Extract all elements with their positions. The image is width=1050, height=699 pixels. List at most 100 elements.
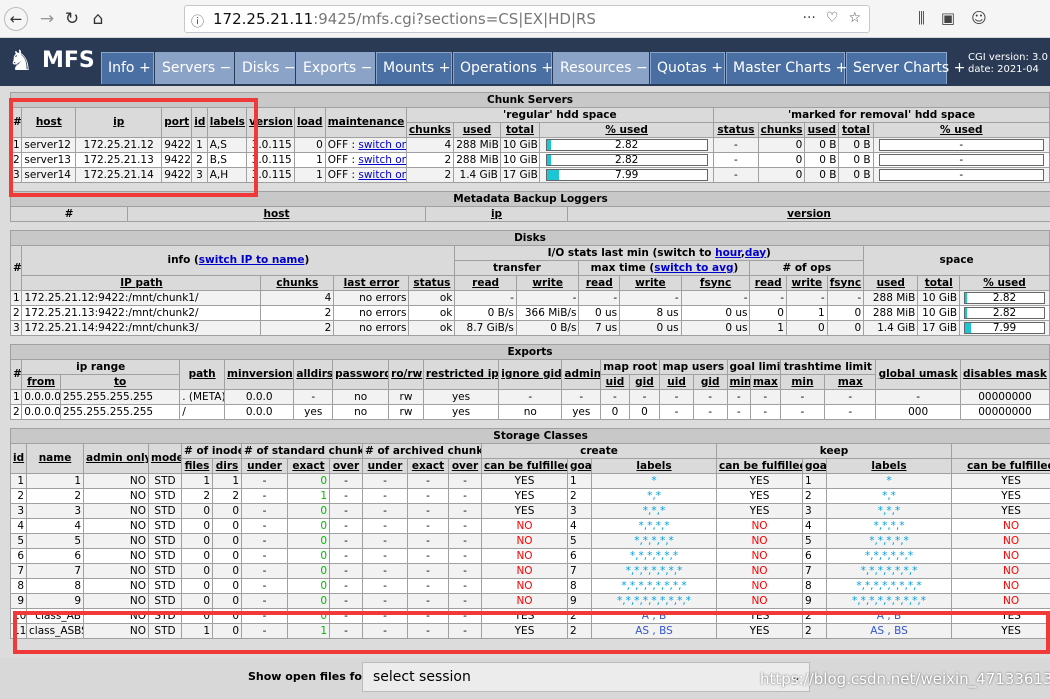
sc-mode: STD bbox=[148, 563, 182, 579]
export-cell: . (META) bbox=[179, 389, 226, 405]
more-icon[interactable]: ··· bbox=[803, 10, 816, 26]
tab-resources[interactable]: Resources − bbox=[553, 52, 649, 84]
sc-cf: NO bbox=[481, 563, 568, 579]
export-cell: no bbox=[498, 404, 563, 420]
export-cell: - bbox=[600, 389, 630, 405]
url-bar[interactable]: ⓘ 172.25.21.11:9425/mfs.cgi?sections=CS|… bbox=[184, 5, 870, 33]
sc-cg: 4 bbox=[567, 518, 592, 534]
percent-value: 2.82 bbox=[992, 292, 1017, 304]
sc-so: - bbox=[329, 563, 363, 579]
sc-dirs: 0 bbox=[212, 548, 242, 564]
disk-or: - bbox=[749, 290, 787, 306]
tab-master-charts[interactable]: Master Charts + bbox=[726, 52, 847, 84]
table-row: 1 172.25.21.12:9422:/mnt/chunk1/4 no error… bbox=[9, 290, 1050, 306]
home-icon[interactable]: ⌂ bbox=[86, 7, 110, 31]
sc-kg: 1 bbox=[802, 473, 827, 489]
sidebar-icon[interactable]: ▣ bbox=[941, 9, 955, 27]
sc-kg: 8 bbox=[802, 578, 827, 594]
cs-mstatus: - bbox=[713, 152, 759, 168]
tab-server-charts[interactable]: Server Charts + bbox=[846, 52, 965, 84]
disk-mw: 8 us bbox=[619, 305, 682, 321]
export-cell: no bbox=[332, 389, 390, 405]
sc-cf: NO bbox=[481, 593, 568, 609]
cs-mused: 0 B bbox=[804, 137, 840, 153]
sc-id: 5 bbox=[10, 533, 27, 549]
hour-link[interactable]: hour bbox=[715, 247, 741, 259]
account-icon[interactable]: ☺ bbox=[971, 9, 987, 27]
col-maintenance[interactable]: maintenance bbox=[324, 107, 407, 138]
disk-used: 288 MiB bbox=[863, 305, 919, 321]
export-cell: 000 bbox=[875, 404, 961, 420]
disk-mf: - bbox=[680, 290, 751, 306]
export-cell: 00000000 bbox=[959, 404, 1050, 420]
export-cell: yes bbox=[561, 404, 602, 420]
tab-servers[interactable]: Servers − bbox=[155, 52, 234, 84]
day-link[interactable]: day bbox=[745, 247, 766, 259]
url-text[interactable]: 172.25.21.11:9425/mfs.cgi?sections=CS|EX… bbox=[213, 10, 596, 28]
sc-files: 0 bbox=[181, 548, 213, 564]
switch-on-link[interactable]: switch on bbox=[358, 154, 405, 166]
highlight-box-servers bbox=[9, 98, 258, 197]
reload-icon[interactable]: ↻ bbox=[60, 7, 84, 31]
star-icon[interactable]: ☆ bbox=[848, 10, 861, 26]
sc-cg: 2 bbox=[567, 488, 592, 504]
tab-operations[interactable]: Operations + bbox=[453, 52, 553, 84]
switch-on-link[interactable]: switch on bbox=[358, 139, 405, 151]
export-cell: - bbox=[659, 389, 694, 405]
tab-info[interactable]: Info + bbox=[101, 52, 154, 84]
table-row: 2 172.25.21.13:9422:/mnt/chunk2/2 no error… bbox=[9, 305, 1050, 321]
sc-af: YES bbox=[950, 503, 1050, 519]
back-icon[interactable]: ← bbox=[4, 7, 28, 31]
sc-id: 9 bbox=[10, 593, 27, 609]
disk-mf: 0 us bbox=[680, 320, 751, 336]
sc-af: YES bbox=[950, 488, 1050, 504]
disk-chunks: 2 bbox=[260, 320, 335, 336]
switch-ip-link[interactable]: switch IP to name bbox=[199, 254, 305, 266]
export-cell: - bbox=[726, 404, 751, 420]
sc-so: - bbox=[329, 593, 363, 609]
col-load[interactable]: load bbox=[293, 107, 326, 138]
sc-au: - bbox=[362, 533, 408, 549]
pocket-icon[interactable]: ♡ bbox=[826, 10, 839, 26]
sc-ae: - bbox=[407, 503, 449, 519]
sc-kl: *,*,*,*,*,* bbox=[826, 548, 952, 564]
sc-so: - bbox=[329, 488, 363, 504]
switch-avg-link[interactable]: switch to avg bbox=[654, 262, 733, 274]
sc-name: 1 bbox=[26, 473, 84, 489]
disk-err: no errors bbox=[333, 320, 410, 336]
sc-id: 7 bbox=[10, 563, 27, 579]
tab-exports[interactable]: Exports − bbox=[296, 52, 375, 84]
sc-su: - bbox=[241, 563, 288, 579]
sc-kf: NO bbox=[716, 518, 803, 534]
open-files-label: Show open files for: bbox=[248, 670, 372, 683]
disk-pct: 2.82 bbox=[959, 290, 1050, 306]
library-icon[interactable]: ⫼ bbox=[918, 9, 925, 27]
tab-quotas[interactable]: Quotas + bbox=[650, 52, 725, 84]
sc-au: - bbox=[362, 548, 408, 564]
sc-mode: STD bbox=[148, 533, 182, 549]
highlight-box-classes bbox=[13, 611, 1050, 654]
disk-status: ok bbox=[408, 290, 456, 306]
tab-disks[interactable]: Disks − bbox=[235, 52, 296, 84]
sc-files: 0 bbox=[181, 503, 213, 519]
disk-pct: 7.99 bbox=[959, 320, 1050, 336]
sc-so: - bbox=[329, 578, 363, 594]
disks-table: Disks # info (switch IP to name) I/O sta… bbox=[9, 230, 1050, 336]
percent-bar: - bbox=[879, 169, 1044, 181]
session-select[interactable]: select session ⌄ bbox=[362, 662, 810, 692]
percent-value: 2.82 bbox=[992, 307, 1017, 319]
sc-af: NO bbox=[950, 518, 1050, 534]
export-cell: 255.255.255.255 bbox=[59, 404, 181, 420]
sc-admin: NO bbox=[83, 518, 149, 534]
sc-files: 0 bbox=[181, 518, 213, 534]
tab-mounts[interactable]: Mounts + bbox=[376, 52, 452, 84]
forward-icon[interactable]: → bbox=[35, 7, 59, 31]
switch-on-link[interactable]: switch on bbox=[358, 169, 405, 181]
export-cell: no bbox=[332, 404, 390, 420]
cs-total: 10 GiB bbox=[499, 152, 541, 168]
sc-cf: NO bbox=[481, 518, 568, 534]
export-cell: 0.0.0 bbox=[224, 404, 295, 420]
sc-se: 0 bbox=[287, 518, 330, 534]
sc-kg: 3 bbox=[802, 503, 827, 519]
disk-mr: 7 us bbox=[578, 320, 621, 336]
